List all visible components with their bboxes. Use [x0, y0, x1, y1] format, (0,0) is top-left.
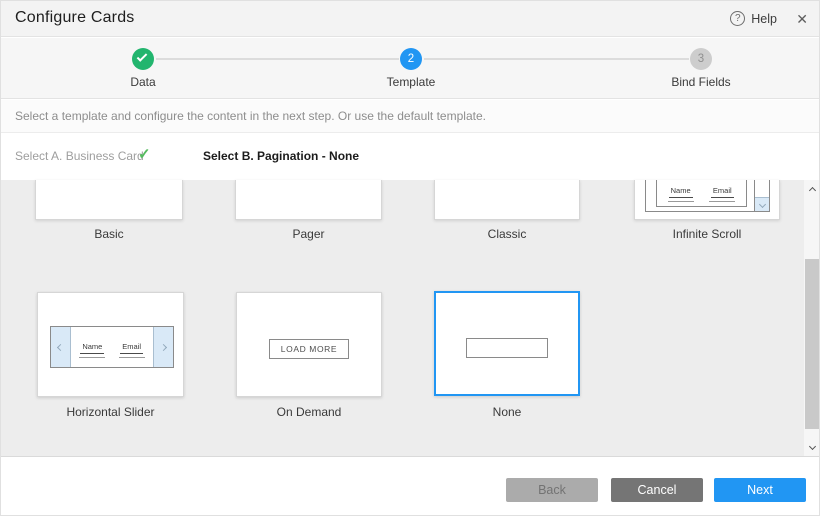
back-button[interactable]: Back	[506, 478, 598, 502]
template-label-none: None	[434, 405, 580, 419]
help-label[interactable]: Help	[751, 12, 777, 26]
template-card-basic[interactable]	[35, 180, 183, 220]
template-gallery: Basic Pager Classic Name Email	[1, 180, 819, 457]
step-data-label: Data	[83, 75, 203, 89]
template-card-classic[interactable]	[434, 180, 580, 220]
instruction-text: Select a template and configure the cont…	[15, 109, 486, 123]
close-icon[interactable]: ✕	[796, 10, 808, 28]
preview-underline	[79, 357, 105, 358]
step-template-indicator[interactable]: 2	[400, 48, 422, 70]
step-bind-fields-indicator[interactable]: 3	[690, 48, 712, 70]
instruction-bar: Select a template and configure the cont…	[1, 100, 819, 133]
template-card-none-selected[interactable]	[434, 291, 580, 396]
chevron-left-icon	[57, 343, 64, 350]
check-icon	[137, 51, 148, 62]
tab-select-pagination[interactable]: Select B. Pagination - None	[203, 149, 359, 163]
step-data-indicator[interactable]	[132, 48, 154, 70]
template-label-infinite-scroll: Infinite Scroll	[634, 227, 780, 241]
stepper-connector-2	[424, 58, 689, 60]
preview-scrollbar	[754, 180, 770, 212]
template-card-on-demand[interactable]: LOAD MORE	[236, 292, 382, 397]
none-preview-box	[466, 338, 548, 358]
stepper-connector-1	[156, 58, 399, 60]
template-card-infinite-scroll[interactable]: Name Email	[634, 180, 780, 220]
dialog-footer: Back Cancel Next	[1, 457, 819, 516]
help-icon[interactable]: ?	[730, 11, 745, 26]
tab-select-business-card[interactable]: Select A. Business Card	[15, 149, 144, 163]
slider-next-cell	[153, 327, 173, 367]
preview-underline	[119, 357, 145, 358]
chevron-down-icon	[758, 201, 765, 208]
template-label-on-demand: On Demand	[236, 405, 382, 419]
chevron-down-icon	[808, 442, 815, 449]
title-bar: Configure Cards ? Help ✕	[1, 1, 819, 37]
cancel-button[interactable]: Cancel	[611, 478, 703, 502]
preview-scroll-down-cell	[755, 197, 769, 211]
template-card-pager[interactable]	[235, 180, 382, 220]
template-label-classic: Classic	[434, 227, 580, 241]
slider-card-preview: Name Email	[71, 327, 153, 367]
next-button[interactable]: Next	[714, 478, 806, 502]
dialog-title: Configure Cards	[15, 9, 135, 27]
scrollbar-up-button[interactable]	[804, 182, 820, 198]
slider-prev-cell	[51, 327, 71, 367]
preview-underline	[709, 201, 735, 202]
gallery-scrollbar[interactable]	[804, 180, 820, 456]
horizontal-slider-preview: Name Email	[50, 326, 174, 368]
infinite-scroll-preview-card: Name Email	[656, 180, 747, 207]
configure-cards-dialog: Configure Cards ? Help ✕ Data 2 Template…	[0, 0, 820, 516]
template-card-horizontal-slider[interactable]: Name Email	[37, 292, 184, 397]
scrollbar-thumb[interactable]	[805, 259, 819, 429]
preview-name-column: Name	[74, 336, 110, 358]
template-label-basic: Basic	[35, 227, 183, 241]
preview-email-column: Email	[114, 336, 150, 358]
preview-name-column: Name	[663, 180, 699, 202]
wizard-stepper: Data 2 Template 3 Bind Fields	[1, 38, 819, 99]
template-label-pager: Pager	[235, 227, 382, 241]
chevron-right-icon	[160, 343, 167, 350]
template-label-horizontal-slider: Horizontal Slider	[37, 405, 184, 419]
preview-email-column: Email	[704, 180, 740, 202]
scrollbar-down-button[interactable]	[804, 438, 820, 454]
load-more-preview-button: LOAD MORE	[269, 339, 349, 359]
preview-underline	[668, 201, 694, 202]
step-template-label: Template	[351, 75, 471, 89]
chevron-up-icon	[808, 186, 815, 193]
tab-a-check-icon: ✓	[138, 145, 151, 163]
help-button[interactable]: ? Help	[730, 11, 777, 26]
step-bind-fields-label: Bind Fields	[641, 75, 761, 89]
selection-tabs: Select A. Business Card ✓ Select B. Pagi…	[1, 134, 819, 180]
